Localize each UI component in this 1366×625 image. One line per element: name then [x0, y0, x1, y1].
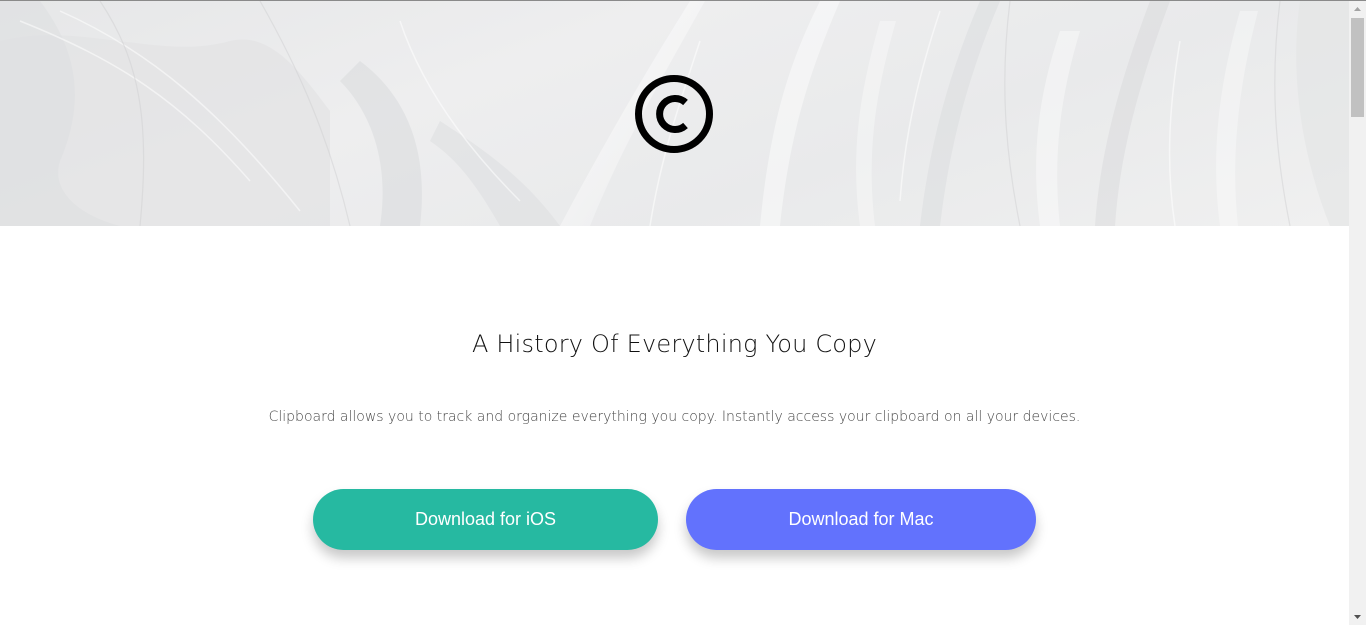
viewport: A History Of Everything You Copy Clipboa…	[0, 0, 1349, 625]
scroll-up-arrow-icon[interactable]	[1349, 1, 1366, 18]
copyright-icon	[635, 75, 713, 153]
page: A History Of Everything You Copy Clipboa…	[0, 0, 1366, 625]
hero-banner	[0, 1, 1349, 226]
page-description: Clipboard allows you to track and organi…	[268, 409, 1081, 425]
scroll-down-arrow-icon[interactable]	[1349, 608, 1366, 625]
download-mac-button[interactable]: Download for Mac	[686, 489, 1036, 550]
page-headline: A History Of Everything You Copy	[471, 330, 878, 358]
download-ios-button[interactable]: Download for iOS	[313, 489, 658, 550]
vertical-scrollbar[interactable]	[1349, 1, 1366, 625]
scrollbar-thumb[interactable]	[1351, 18, 1364, 117]
window-top-border	[0, 0, 1366, 1]
